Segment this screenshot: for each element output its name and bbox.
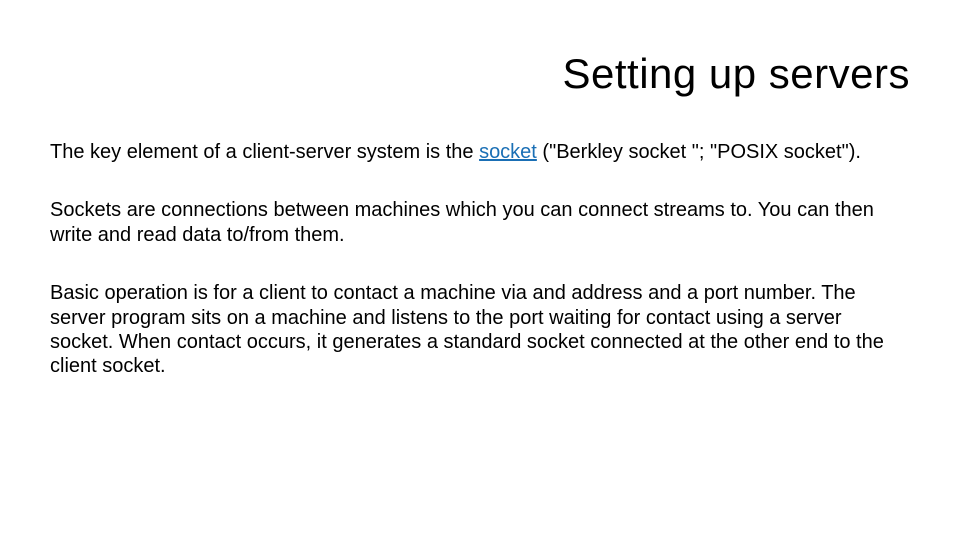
paragraph-1-pre: The key element of a client-server syste… [50, 141, 479, 163]
paragraph-3: Basic operation is for a client to conta… [50, 281, 910, 379]
socket-link[interactable]: socket [479, 141, 537, 163]
paragraph-1-post: ("Berkley socket "; "POSIX socket"). [537, 141, 861, 163]
slide: Setting up servers The key element of a … [0, 0, 960, 540]
slide-title: Setting up servers [50, 50, 910, 98]
paragraph-1: The key element of a client-server syste… [50, 140, 910, 164]
paragraph-2: Sockets are connections between machines… [50, 198, 910, 247]
